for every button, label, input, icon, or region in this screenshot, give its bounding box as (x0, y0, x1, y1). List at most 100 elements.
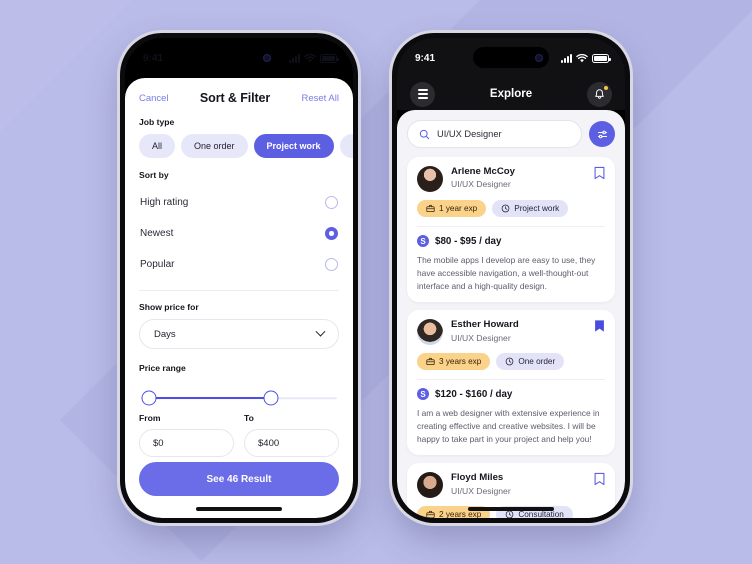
home-indicator (468, 507, 554, 511)
experience-tag-label: 3 years exp (439, 357, 482, 367)
sort-option-high-rating[interactable]: High rating (139, 187, 339, 218)
experience-tag: 1 year exp (417, 200, 487, 217)
freelancer-card[interactable]: Arlene McCoy UI/UX Designer 1 year exp P… (407, 157, 615, 303)
bookmark-icon[interactable] (594, 166, 605, 180)
home-indicator (196, 507, 282, 511)
radio-button[interactable] (325, 196, 338, 209)
notification-badge (604, 85, 608, 90)
notifications-button[interactable] (587, 81, 612, 107)
radio-button-selected[interactable] (325, 227, 338, 240)
dynamic-island (473, 47, 549, 68)
freelancer-name: Arlene McCoy (451, 166, 515, 177)
select-value: Days (154, 328, 176, 340)
cancel-button[interactable]: Cancel (139, 93, 169, 104)
sort-option-newest[interactable]: Newest (139, 218, 339, 249)
job-kind-tag-label: One order (518, 357, 556, 367)
from-input[interactable]: $0 (139, 429, 234, 457)
avatar (417, 472, 443, 499)
battery-icon (320, 54, 339, 63)
camera-icon (535, 53, 543, 62)
job-kind-tag-label: Project work (514, 204, 560, 213)
show-price-for-label: Show price for (139, 302, 199, 312)
screen-sort-filter: 9:41 Cancel Sort & Filter Reset All Job … (125, 38, 353, 518)
clock-icon (501, 204, 510, 213)
freelancer-role: UI/UX Designer (451, 485, 511, 496)
wifi-icon (304, 54, 316, 63)
freelancer-identity: Floyd Miles UI/UX Designer (451, 472, 586, 497)
freelancer-name: Esther Howard (451, 319, 519, 331)
search-row: UI/UX Designer (407, 120, 615, 148)
currency-icon: S (417, 388, 429, 401)
show-price-for-select[interactable]: Days (139, 319, 339, 349)
clock-icon (506, 510, 514, 518)
price-row: S $120 - $160 / day (417, 388, 605, 401)
phone-left: 9:41 Cancel Sort & Filter Reset All Job … (120, 33, 358, 523)
screen-explore: 9:41 Explore UI/UX Designer Arlene McCoy… (397, 38, 625, 518)
app-header: Explore (397, 78, 625, 110)
sort-by-label: Sort by (139, 170, 169, 180)
status-time: 9:41 (143, 53, 164, 64)
chip-one-order[interactable]: One order (181, 134, 248, 158)
sort-option-popular[interactable]: Popular (139, 249, 339, 280)
freelancer-card[interactable]: Esther Howard UI/UX Designer 3 years exp (407, 310, 615, 456)
briefcase-icon (426, 204, 435, 213)
freelancer-identity: Esther Howard UI/UX Designer (451, 319, 586, 344)
see-results-button[interactable]: See 46 Result (139, 462, 339, 496)
price-range-label: Price range (139, 363, 186, 373)
chip-all[interactable]: All (139, 134, 176, 158)
experience-tag: 3 years exp (417, 353, 491, 371)
experience-tag-label: 2 years exp (439, 510, 482, 518)
hamburger-icon (417, 89, 428, 99)
battery-icon (592, 54, 611, 63)
clock-icon (506, 357, 514, 366)
bookmark-icon-filled[interactable] (594, 319, 605, 333)
avatar (417, 319, 443, 346)
search-input[interactable]: UI/UX Designer (407, 120, 582, 148)
tag-group: 1 year exp Project work (417, 200, 605, 217)
cellular-icon (289, 54, 300, 63)
freelancer-role: UI/UX Designer (451, 179, 511, 190)
from-label: From (139, 413, 161, 423)
job-type-chip-group: All One order Project work Cons (139, 134, 353, 158)
chevron-down-icon (315, 326, 326, 337)
slider-track-fill (149, 397, 271, 399)
menu-button[interactable] (410, 81, 435, 107)
slider-handle-min[interactable] (141, 390, 157, 406)
chip-project-work[interactable]: Project work (253, 134, 334, 158)
slider-handle-max[interactable] (263, 390, 279, 406)
explore-content: UI/UX Designer Arlene McCoy UI/UX Design… (397, 110, 625, 518)
cellular-icon (561, 54, 572, 63)
divider (417, 226, 605, 227)
dynamic-island (201, 47, 277, 68)
card-header: Esther Howard UI/UX Designer (417, 319, 605, 346)
reset-all-button[interactable]: Reset All (302, 93, 340, 104)
avatar (417, 166, 443, 192)
bookmark-icon[interactable] (594, 472, 605, 486)
price-range-slider[interactable] (141, 387, 337, 409)
currency-icon: S (417, 235, 429, 247)
sliders-icon (597, 130, 607, 138)
status-time: 9:41 (415, 53, 436, 64)
sort-option-label: Newest (140, 228, 174, 239)
briefcase-icon (426, 510, 435, 518)
briefcase-icon (426, 357, 435, 366)
radio-button[interactable] (325, 258, 338, 271)
card-header: Floyd Miles UI/UX Designer (417, 472, 605, 499)
camera-icon (263, 53, 271, 62)
freelancer-description: The mobile apps I develop are easy to us… (417, 255, 596, 292)
freelancer-description: I am a web designer with extensive exper… (417, 408, 600, 445)
card-header: Arlene McCoy UI/UX Designer (417, 166, 605, 192)
sort-filter-sheet: Cancel Sort & Filter Reset All Job type … (125, 78, 353, 518)
price-value: $80 - $95 / day (435, 235, 502, 247)
chip-consultation[interactable]: Cons (339, 134, 353, 158)
job-type-label: Job type (139, 117, 175, 127)
divider (417, 379, 605, 381)
filter-button[interactable] (589, 121, 615, 147)
to-input[interactable]: $400 (244, 429, 339, 457)
page-title: Sort & Filter (199, 91, 271, 105)
divider (139, 290, 339, 291)
job-kind-tag: Project work (492, 200, 569, 217)
to-field-group: To $400 (244, 413, 339, 457)
search-value: UI/UX Designer (437, 129, 502, 139)
experience-tag-label: 1 year exp (439, 204, 478, 213)
